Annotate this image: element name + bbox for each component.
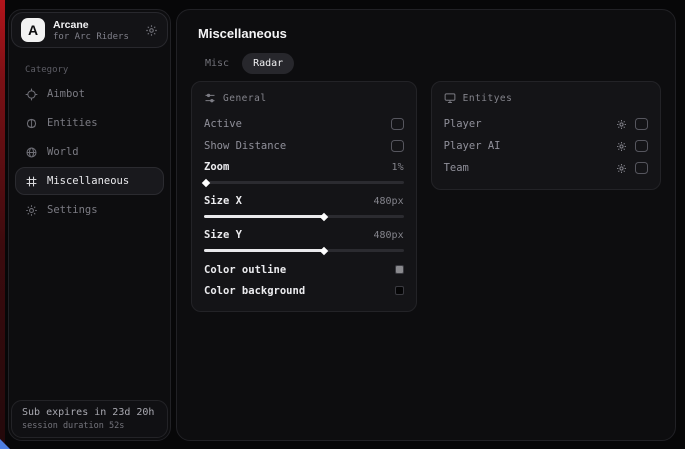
desktop-corner-accent (0, 439, 10, 449)
app-header-card: A Arcane for Arc Riders (11, 12, 168, 48)
entity-row-team: Team (444, 157, 648, 179)
color-background-swatch[interactable] (395, 286, 404, 295)
player-checkbox[interactable] (635, 118, 648, 130)
entities-panel-title: Entityes (463, 93, 513, 104)
color-outline-swatch[interactable] (395, 265, 404, 274)
category-section-label: Category (25, 65, 68, 75)
general-panel-header: General (204, 92, 404, 104)
sidebar-nav: Aimbot Entities World (15, 80, 164, 224)
grid-icon (25, 175, 38, 188)
entity-label: Player AI (444, 140, 501, 152)
sidebar-item-world[interactable]: World (15, 138, 164, 166)
zoom-slider-group: Zoom 1% (204, 157, 404, 187)
entities-panel: Entityes Player P (431, 81, 661, 190)
sidebar: A Arcane for Arc Riders Category (8, 9, 171, 441)
slider-value: 480px (373, 230, 403, 241)
slider-value: 1% (392, 162, 404, 173)
color-row-background: Color background (204, 280, 404, 301)
subscription-info-card: Sub expires in 23d 20h session duration … (11, 400, 168, 438)
sub-expires-text: Sub expires in 23d 20h (22, 407, 157, 418)
toggle-row-show-distance: Show Distance (204, 135, 404, 157)
player-ai-checkbox[interactable] (635, 140, 648, 152)
slider-label: Zoom (204, 161, 229, 173)
entity-label: Player (444, 118, 482, 130)
show-distance-checkbox[interactable] (391, 140, 404, 152)
slider-thumb[interactable] (320, 212, 328, 220)
app-subtitle: for Arc Riders (53, 32, 137, 42)
sidebar-item-label: Aimbot (47, 88, 85, 100)
toggle-label: Active (204, 118, 242, 130)
sidebar-item-entities[interactable]: Entities (15, 109, 164, 137)
app-logo: A (21, 18, 45, 42)
team-checkbox[interactable] (635, 162, 648, 174)
active-checkbox[interactable] (391, 118, 404, 130)
general-panel: General Active Show Distance Zoom 1% (191, 81, 417, 312)
gear-icon[interactable] (616, 163, 627, 174)
page-title: Miscellaneous (198, 26, 287, 41)
sidebar-item-label: Miscellaneous (47, 175, 129, 187)
tab-radar[interactable]: Radar (242, 53, 294, 74)
crosshair-icon (25, 88, 38, 101)
color-row-outline: Color outline (204, 259, 404, 280)
sidebar-item-settings[interactable]: Settings (15, 196, 164, 224)
gear-icon[interactable] (145, 24, 158, 37)
size-x-slider-group: Size X 480px (204, 191, 404, 221)
gear-icon[interactable] (616, 141, 627, 152)
globe-icon (25, 146, 38, 159)
gear-icon[interactable] (616, 119, 627, 130)
zoom-slider[interactable] (204, 177, 404, 187)
general-panel-title: General (223, 93, 267, 104)
app-window: A Arcane for Arc Riders Category (0, 0, 685, 449)
slider-thumb[interactable] (202, 178, 210, 186)
gear-icon (25, 204, 38, 217)
toggle-row-active: Active (204, 113, 404, 135)
sidebar-item-label: Settings (47, 204, 98, 216)
app-header-text: Arcane for Arc Riders (53, 19, 137, 42)
entities-panel-header: Entityes (444, 92, 648, 104)
monitor-icon (444, 92, 456, 104)
tab-bar: Misc Radar (194, 53, 294, 74)
slider-label: Size X (204, 195, 242, 207)
slider-fill (204, 215, 324, 218)
main-panel: Miscellaneous Misc Radar General Active (176, 9, 676, 441)
app-title: Arcane (53, 19, 137, 31)
size-y-slider-group: Size Y 480px (204, 225, 404, 255)
color-label: Color outline (204, 264, 286, 276)
size-y-slider[interactable] (204, 245, 404, 255)
entities-icon (25, 117, 38, 130)
desktop-edge-accent (0, 0, 5, 449)
sidebar-item-aimbot[interactable]: Aimbot (15, 80, 164, 108)
slider-label: Size Y (204, 229, 242, 241)
slider-value: 480px (373, 196, 403, 207)
size-x-slider[interactable] (204, 211, 404, 221)
tab-misc[interactable]: Misc (194, 53, 240, 74)
sidebar-item-label: World (47, 146, 79, 158)
slider-thumb[interactable] (320, 246, 328, 254)
sidebar-item-miscellaneous[interactable]: Miscellaneous (15, 167, 164, 195)
entity-row-player-ai: Player AI (444, 135, 648, 157)
slider-fill (204, 249, 324, 252)
slider-track (204, 181, 404, 184)
sliders-icon (204, 92, 216, 104)
sidebar-item-label: Entities (47, 117, 98, 129)
session-duration-text: session duration 52s (22, 421, 157, 431)
toggle-label: Show Distance (204, 140, 286, 152)
entity-label: Team (444, 162, 469, 174)
panels-row: General Active Show Distance Zoom 1% (191, 81, 661, 312)
color-label: Color background (204, 285, 305, 297)
entity-row-player: Player (444, 113, 648, 135)
